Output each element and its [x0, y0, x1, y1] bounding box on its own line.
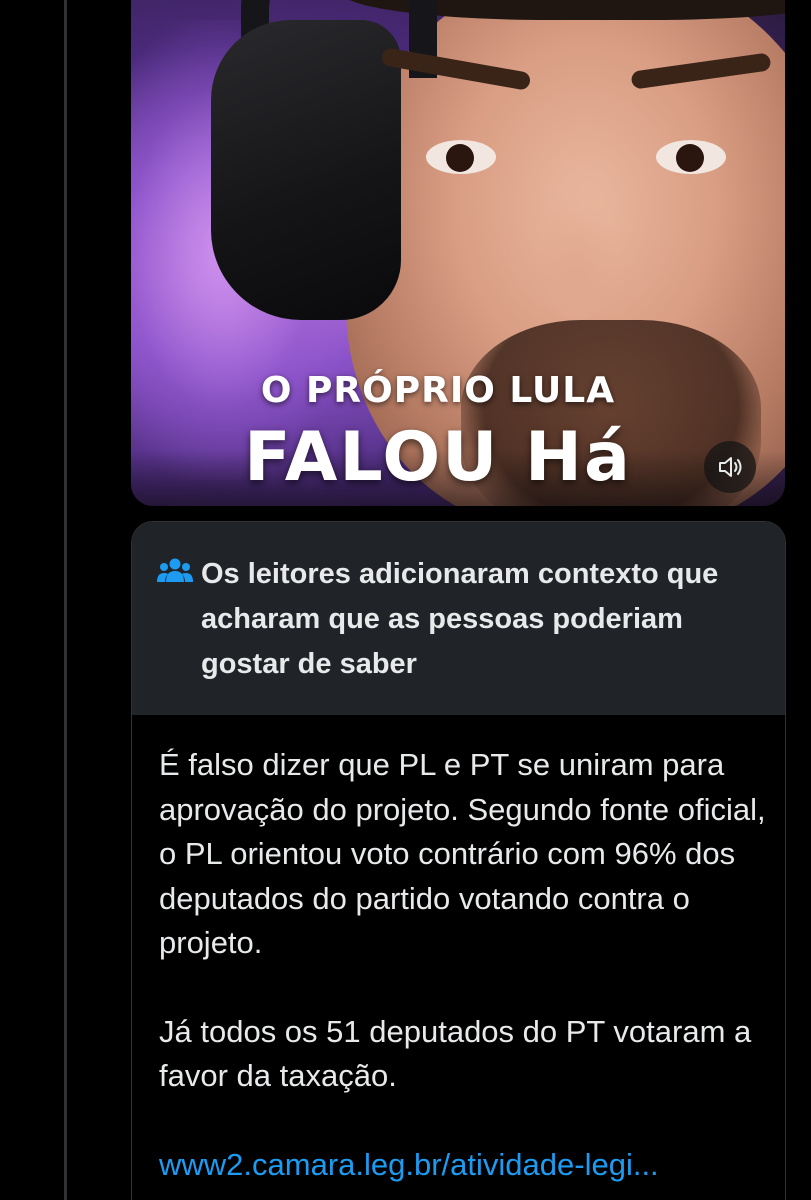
video-caption-line2: FALOU Há — [244, 418, 632, 497]
right-eye — [656, 140, 726, 174]
left-eye — [426, 140, 496, 174]
nose — [531, 180, 621, 320]
community-note-body: É falso dizer que PL e PT se uniram para… — [132, 715, 785, 1187]
video-caption-line1: O PRÓPRIO LULA — [260, 370, 616, 411]
tweet-page: O PRÓPRIO LULA FALOU Há Os leitores adic… — [0, 0, 811, 1200]
source-link[interactable]: www2.camara.leg.br/atividade-legi... — [159, 1143, 761, 1187]
community-note: Os leitores adicionaram contexto que ach… — [131, 521, 786, 1200]
video-player[interactable]: O PRÓPRIO LULA FALOU Há — [131, 0, 785, 506]
note-paragraph-2: Já todos os 51 deputados do PT votaram a… — [159, 1013, 752, 1094]
community-note-header: Os leitores adicionaram contexto que ach… — [132, 522, 785, 715]
speaker-muted-icon — [719, 457, 742, 477]
note-paragraph-1: É falso dizer que PL e PT se uniram para… — [159, 747, 766, 960]
thread-connector-line — [64, 0, 67, 1200]
people-icon — [157, 558, 193, 582]
headphone-earcup — [211, 20, 401, 320]
community-note-title: Os leitores adicionaram contexto que ach… — [201, 558, 719, 680]
mute-toggle-button[interactable] — [704, 441, 756, 493]
